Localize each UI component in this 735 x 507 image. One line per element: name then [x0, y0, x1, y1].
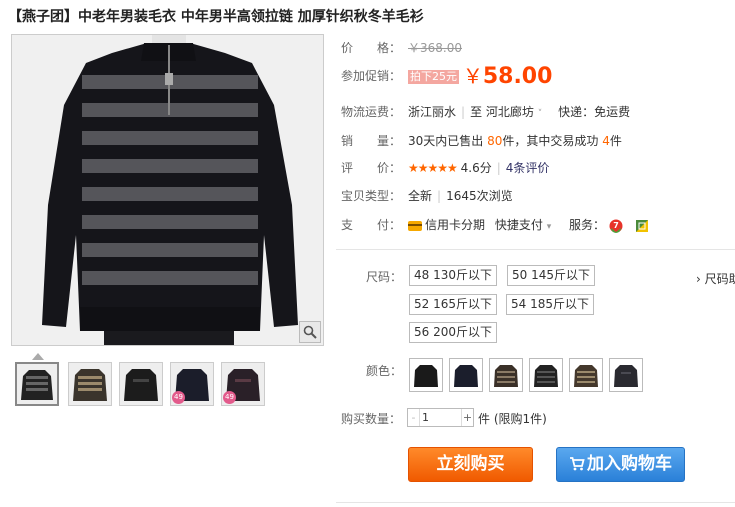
color-swatch-4[interactable]	[529, 358, 563, 392]
reviews-link[interactable]: 4条评价	[506, 161, 550, 175]
quantity-decrement-button[interactable]: -	[408, 409, 420, 426]
sales-suffix: 件	[609, 134, 622, 148]
bottom-divider	[336, 502, 735, 503]
shipping-row: 物流运费： 浙江丽水 | 至 河北廊坊 ˅ 快递：免运费	[341, 103, 630, 121]
color-swatch-5[interactable]	[569, 358, 603, 392]
quantity-input[interactable]	[422, 410, 460, 425]
seven-day-return-icon[interactable]: 7	[609, 219, 623, 233]
separator: |	[461, 105, 466, 119]
cart-icon	[570, 457, 585, 471]
section-divider	[336, 249, 735, 250]
rating-row: 评 价： ★★★★★ 4.6分 | 4条评价	[341, 159, 549, 177]
sales-row: 销 量： 30天内已售出 80件，其中交易成功 4件	[341, 132, 622, 150]
size-option-54[interactable]: 54 185斤以下	[506, 294, 594, 315]
sold-count: 80	[487, 134, 503, 148]
credit-card-option[interactable]: 信用卡分期	[408, 218, 485, 232]
chevron-down-icon: ▾	[546, 222, 552, 232]
product-title: 【燕子团】中老年男装毛衣 中年男半高领拉链 加厚针织秋冬羊毛衫	[8, 9, 424, 25]
discount-badge: 49	[223, 391, 236, 404]
color-swatch-3[interactable]	[489, 358, 523, 392]
quantity-label: 购买数量：	[341, 412, 402, 426]
size-label: 尺码：	[366, 270, 403, 284]
thumbnail-4[interactable]: 49	[170, 362, 214, 406]
condition-row: 宝贝类型： 全新 | 1645次浏览	[341, 187, 513, 205]
discount-badge: 49	[172, 391, 185, 404]
separator: |	[496, 161, 501, 175]
condition-label: 宝贝类型：	[341, 189, 402, 203]
add-to-cart-label: 加入购物车	[587, 454, 672, 474]
color-swatch-2[interactable]	[449, 358, 483, 392]
svg-text:7: 7	[613, 221, 619, 230]
color-swatch-1[interactable]	[409, 358, 443, 392]
size-option-56[interactable]: 56 200斤以下	[409, 322, 497, 343]
promo-tag: 拍下25元	[408, 69, 459, 84]
sales-label: 销 量：	[341, 134, 402, 148]
express-fee: 快递：免运费	[558, 105, 631, 119]
sales-middle: 件，其中交易成功	[502, 134, 599, 148]
size-chart-link[interactable]: › 尺码助	[696, 270, 735, 287]
buy-now-button[interactable]: 立刻购买	[408, 447, 533, 482]
sales-prefix: 30天内已售出	[408, 134, 484, 148]
quick-pay-option[interactable]: 快捷支付 ▾	[495, 218, 551, 232]
quantity-increment-button[interactable]: +	[461, 409, 473, 426]
credit-card-text: 信用卡分期	[425, 218, 486, 232]
thumbnail-3[interactable]	[119, 362, 163, 406]
separator: |	[437, 189, 442, 203]
price-label: 价 格：	[341, 41, 402, 55]
zoom-icon[interactable]	[299, 321, 321, 343]
add-to-cart-button[interactable]: 加入购物车	[556, 447, 685, 482]
shipping-label: 物流运费：	[341, 105, 402, 119]
chevron-down-icon: ˅	[537, 109, 543, 119]
size-option-52[interactable]: 52 165斤以下	[409, 294, 497, 315]
price-row: 价 格： ￥368.00	[341, 39, 462, 57]
ship-to-word: 至	[470, 105, 483, 119]
ship-from: 浙江丽水	[408, 105, 457, 119]
color-swatch-6[interactable]	[609, 358, 643, 392]
view-count: 1645次浏览	[446, 189, 513, 203]
size-option-50[interactable]: 50 145斤以下	[507, 265, 595, 286]
original-price: ￥368.00	[408, 41, 462, 55]
credit-card-icon	[408, 220, 422, 231]
current-price-value: 58.00	[482, 64, 553, 89]
thumbnail-5[interactable]: 49	[221, 362, 265, 406]
quantity-limit-note: 件 (限购1件)	[478, 412, 547, 426]
service-label: 服务：	[569, 218, 606, 232]
rating-label: 评 价：	[341, 161, 402, 175]
thumbnail-2[interactable]	[68, 362, 112, 406]
quick-pay-text: 快捷支付	[494, 218, 543, 232]
thumbnail-pointer	[32, 353, 44, 360]
sweater-illustration	[12, 35, 323, 345]
payment-row: 支 付： 信用卡分期 快捷支付 ▾ 服务： 7	[341, 216, 649, 234]
promo-label: 参加促销：	[341, 69, 402, 83]
star-rating-icon: ★★★★★	[408, 161, 458, 175]
promo-row: 参加促销： 拍下25元 ￥58.00	[341, 64, 553, 89]
guarantee-icon[interactable]	[635, 219, 649, 233]
ship-to-text: 河北廊坊	[485, 105, 534, 119]
color-label: 颜色：	[366, 364, 403, 378]
condition-value: 全新	[408, 189, 433, 203]
payment-label: 支 付：	[341, 218, 402, 232]
thumbnail-1[interactable]	[15, 362, 59, 406]
rating-score: 4.6分	[460, 161, 492, 175]
size-option-48[interactable]: 48 130斤以下	[409, 265, 497, 286]
success-count: 4	[602, 134, 610, 148]
ship-to-destination[interactable]: 河北廊坊 ˅	[486, 105, 542, 119]
quantity-stepper: - +	[407, 408, 474, 427]
main-product-image[interactable]	[11, 34, 324, 346]
current-price: ￥58.00	[463, 64, 553, 89]
currency-symbol: ￥	[462, 64, 483, 88]
